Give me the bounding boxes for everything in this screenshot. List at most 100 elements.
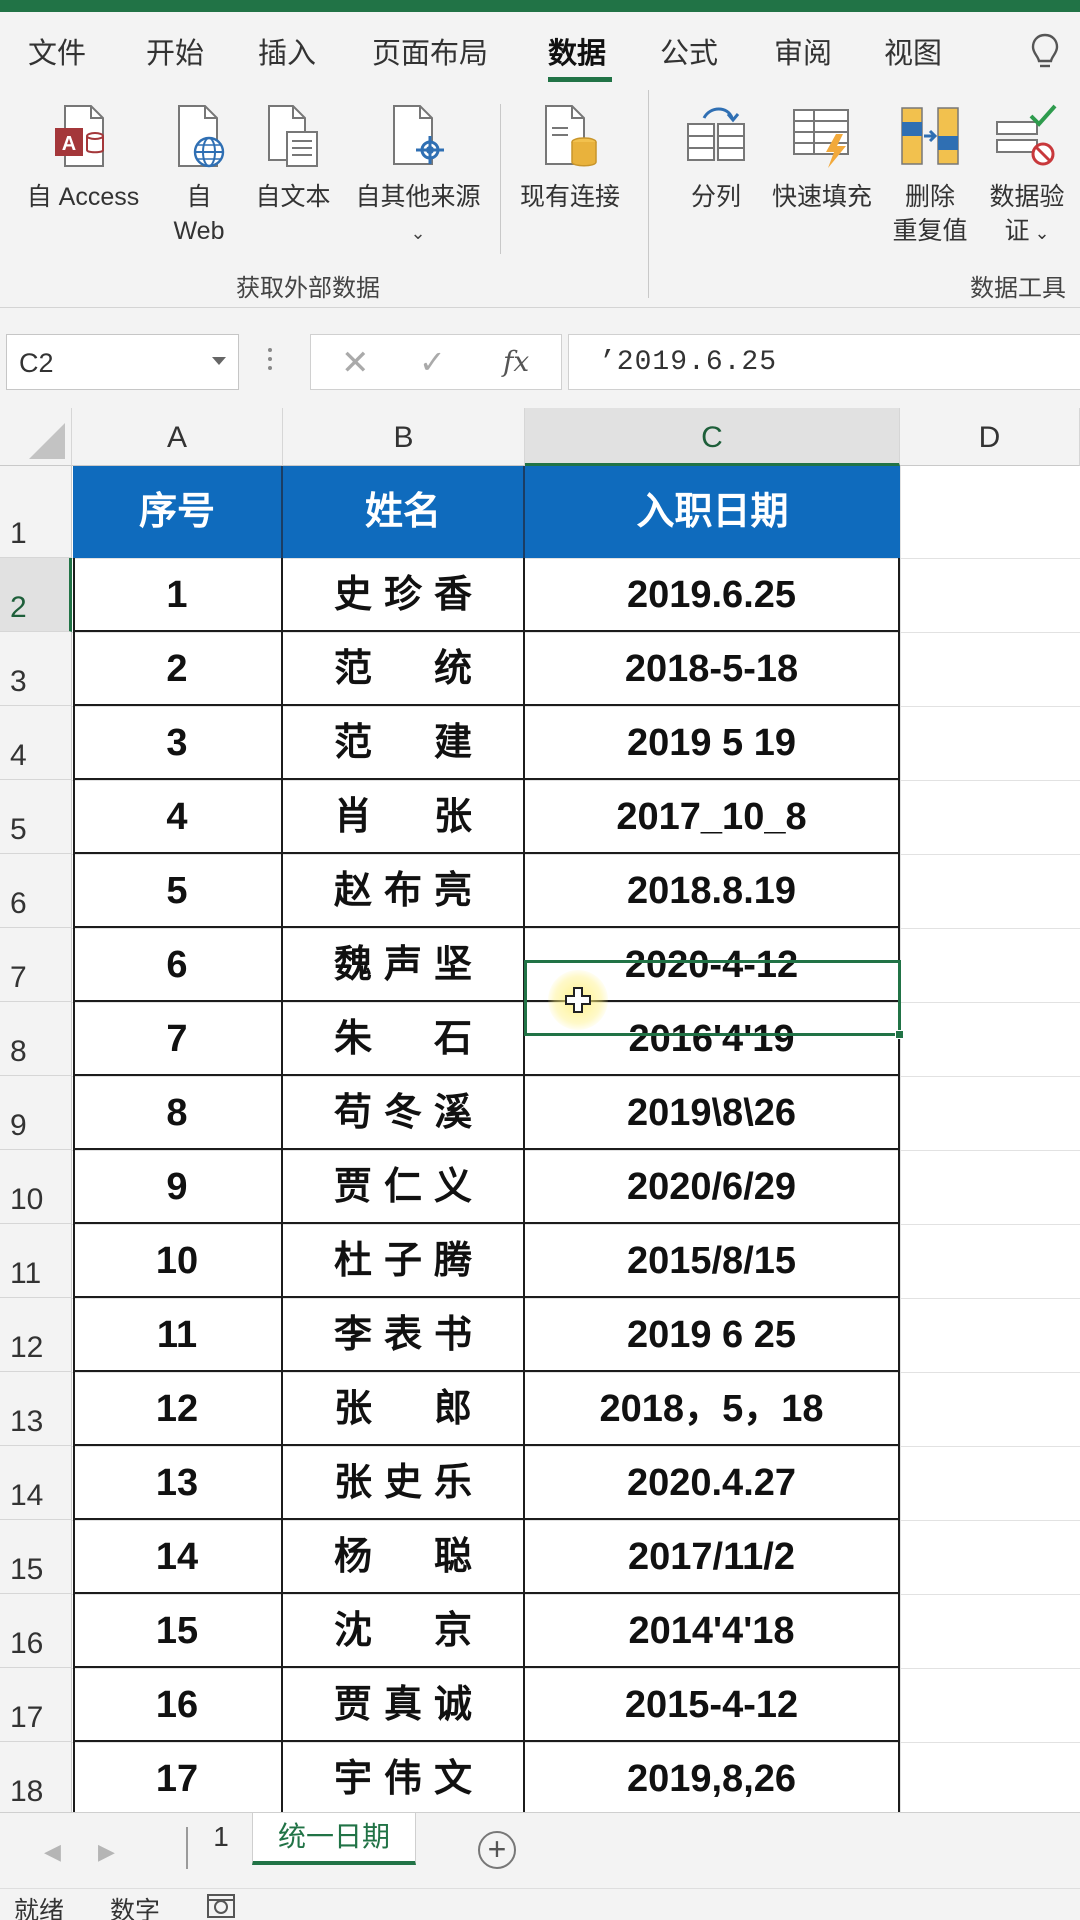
tab-view[interactable]: 视图	[884, 30, 942, 72]
cell-hire-date[interactable]: 2019 6 25	[525, 1298, 900, 1370]
enter-check-icon[interactable]: ✓	[419, 343, 446, 381]
cell-name[interactable]: 沈 京	[283, 1594, 525, 1666]
row-header[interactable]: 15	[0, 1520, 72, 1594]
column-header-c[interactable]: C	[525, 408, 900, 466]
cell-hire-date[interactable]: 2018，5，18	[525, 1372, 900, 1444]
from-text-button[interactable]: 自文本	[250, 102, 336, 214]
cell-serial-no[interactable]: 11	[73, 1298, 283, 1370]
prev-sheet-icon[interactable]: ◀	[44, 1839, 61, 1865]
cell-hire-date[interactable]: 2017/11/2	[525, 1520, 900, 1592]
insert-function-icon[interactable]: fx	[503, 345, 529, 378]
cell-serial-no[interactable]: 8	[73, 1076, 283, 1148]
cell-hire-date[interactable]: 2019,8,26	[525, 1742, 900, 1812]
cell-serial-no[interactable]: 15	[73, 1594, 283, 1666]
cell-name[interactable]: 李表书	[283, 1298, 525, 1370]
tab-formulas[interactable]: 公式	[660, 30, 718, 72]
cell-name[interactable]: 魏声坚	[283, 928, 525, 1000]
cell-serial-no[interactable]: 6	[73, 928, 283, 1000]
cell-hire-date[interactable]: 2015/8/15	[525, 1224, 900, 1296]
cell-serial-no[interactable]: 3	[73, 706, 283, 778]
cell-name[interactable]: 苟冬溪	[283, 1076, 525, 1148]
row-header[interactable]: 18	[0, 1742, 72, 1812]
cell-serial-no[interactable]: 1	[73, 558, 283, 630]
header-hire-date[interactable]: 入职日期	[525, 466, 900, 558]
tab-home[interactable]: 开始	[146, 30, 204, 72]
cell-name[interactable]: 张史乐	[283, 1446, 525, 1518]
cell-serial-no[interactable]: 16	[73, 1668, 283, 1740]
cell-name[interactable]: 赵布亮	[283, 854, 525, 926]
row-header[interactable]: 13	[0, 1372, 72, 1446]
cell-name[interactable]: 范 建	[283, 706, 525, 778]
cell-serial-no[interactable]: 4	[73, 780, 283, 852]
remove-duplicates-button[interactable]: 删除 重复值	[884, 102, 976, 248]
fill-handle[interactable]	[895, 1030, 904, 1039]
column-header-d[interactable]: D	[900, 408, 1080, 466]
cell-serial-no[interactable]: 2	[73, 632, 283, 704]
header-serial-no[interactable]: 序号	[73, 466, 283, 558]
row-header[interactable]: 10	[0, 1150, 72, 1224]
from-other-sources-button[interactable]: 自其他来源 ⌄	[346, 102, 490, 250]
cell-name[interactable]: 范 统	[283, 632, 525, 704]
row-header[interactable]: 7	[0, 928, 72, 1002]
add-sheet-button[interactable]: +	[478, 1831, 516, 1869]
cell-name[interactable]: 朱 石	[283, 1002, 525, 1074]
cell-serial-no[interactable]: 10	[73, 1224, 283, 1296]
row-header[interactable]: 1	[0, 466, 72, 558]
row-header[interactable]: 5	[0, 780, 72, 854]
row-header[interactable]: 2	[0, 558, 72, 632]
flash-fill-button[interactable]: 快速填充	[764, 102, 880, 214]
cell-hire-date[interactable]: 2019 5 19	[525, 706, 900, 778]
sheet-tab-1[interactable]: 1	[196, 1813, 246, 1865]
cell-serial-no[interactable]: 17	[73, 1742, 283, 1812]
tab-page-layout[interactable]: 页面布局	[372, 30, 488, 72]
text-to-columns-button[interactable]: 分列	[676, 102, 756, 214]
cell-name[interactable]: 宇伟文	[283, 1742, 525, 1812]
cell-serial-no[interactable]: 5	[73, 854, 283, 926]
name-box-dropdown-icon[interactable]	[212, 357, 226, 365]
macro-record-icon[interactable]	[206, 1893, 236, 1919]
cell-name[interactable]: 肖 张	[283, 780, 525, 852]
row-header[interactable]: 9	[0, 1076, 72, 1150]
cell-name[interactable]: 贾真诚	[283, 1668, 525, 1740]
select-all-corner[interactable]	[0, 408, 72, 466]
cell-name[interactable]: 贾仁义	[283, 1150, 525, 1222]
row-header[interactable]: 16	[0, 1594, 72, 1668]
name-box[interactable]: C2	[6, 334, 239, 390]
cell-serial-no[interactable]: 12	[73, 1372, 283, 1444]
column-header-a[interactable]: A	[72, 408, 283, 466]
header-name[interactable]: 姓名	[283, 466, 525, 558]
cell-hire-date[interactable]: 2019.6.25	[525, 558, 900, 630]
cell-hire-date[interactable]: 2014'4'18	[525, 1594, 900, 1666]
row-header[interactable]: 12	[0, 1298, 72, 1372]
row-header[interactable]: 17	[0, 1668, 72, 1742]
formula-bar-grip-icon[interactable]	[268, 348, 274, 374]
cell-hire-date[interactable]: 2017_10_8	[525, 780, 900, 852]
cell-serial-no[interactable]: 7	[73, 1002, 283, 1074]
tab-insert[interactable]: 插入	[258, 30, 316, 72]
cell-hire-date[interactable]: 2018-5-18	[525, 632, 900, 704]
cell-name[interactable]: 张 郎	[283, 1372, 525, 1444]
formula-input[interactable]: ’2019.6.25	[568, 334, 1080, 390]
worksheet-grid[interactable]: A B C D 1 2 3 4 5 6 7 8 9 10 11 12 13 14 15 16 17 18 序号 姓…	[0, 408, 1080, 1812]
cell-serial-no[interactable]: 13	[73, 1446, 283, 1518]
cell-serial-no[interactable]: 14	[73, 1520, 283, 1592]
data-validation-button[interactable]: 数据验 证 ⌄	[982, 102, 1072, 250]
from-web-button[interactable]: 自 Web	[162, 102, 236, 248]
cell-name[interactable]: 杨 聪	[283, 1520, 525, 1592]
cell-hire-date[interactable]: 2015-4-12	[525, 1668, 900, 1740]
tab-data[interactable]: 数据	[548, 30, 606, 72]
column-header-b[interactable]: B	[283, 408, 525, 466]
row-header[interactable]: 8	[0, 1002, 72, 1076]
cell-name[interactable]: 史珍香	[283, 558, 525, 630]
cell-hire-date[interactable]: 2018.8.19	[525, 854, 900, 926]
row-header[interactable]: 6	[0, 854, 72, 928]
cancel-icon[interactable]: ✕	[341, 343, 370, 383]
lightbulb-icon[interactable]	[1030, 32, 1060, 72]
cell-serial-no[interactable]: 9	[73, 1150, 283, 1222]
sheet-tab-unified-date[interactable]: 统一日期	[252, 1813, 416, 1865]
row-header[interactable]: 4	[0, 706, 72, 780]
cell-hire-date[interactable]: 2020/6/29	[525, 1150, 900, 1222]
row-header[interactable]: 14	[0, 1446, 72, 1520]
cell-hire-date[interactable]: 2020.4.27	[525, 1446, 900, 1518]
cell-name[interactable]: 杜子腾	[283, 1224, 525, 1296]
